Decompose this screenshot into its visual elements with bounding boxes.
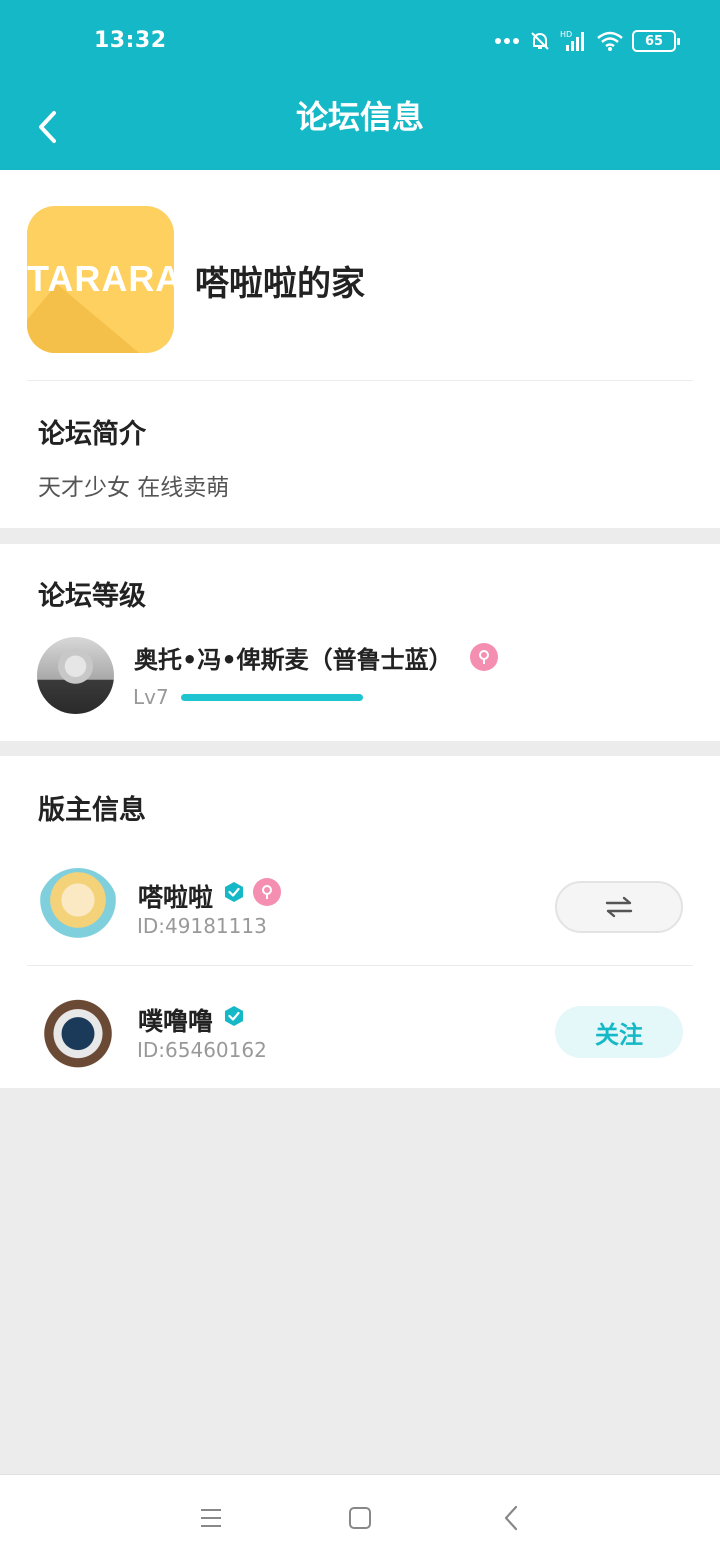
verified-icon [225, 882, 243, 902]
app-bar: 论坛信息 [0, 84, 720, 170]
level-progress-bar [181, 694, 363, 701]
swap-icon [605, 896, 633, 918]
verified-icon [225, 1006, 243, 1026]
divider [27, 380, 693, 381]
moderators-card: 版主信息 嗒啦啦 ID:49181113 噗噜噜 ID:65460162 关注 [0, 756, 720, 1088]
home-icon [349, 1507, 371, 1529]
avatar[interactable] [37, 637, 114, 714]
bell-muted-icon [528, 29, 552, 53]
battery-icon: 65 [632, 30, 680, 52]
list-item[interactable]: 噗噜噜 ID:65460162 关注 [0, 966, 720, 1092]
moderator-id: ID:65460162 [137, 1038, 267, 1062]
status-icons: HD 65 [494, 26, 680, 56]
home-button[interactable] [344, 1502, 376, 1534]
intro-text: 天才少女 在线卖萌 [38, 475, 230, 501]
svg-text:HD: HD [560, 30, 572, 39]
forum-name: 嗒啦啦的家 [195, 264, 365, 304]
forum-level-card: 论坛等级 奥托•冯•俾斯麦（普鲁士蓝） Lv7 [0, 544, 720, 741]
moderators-title: 版主信息 [38, 795, 146, 826]
follow-button[interactable]: 关注 [555, 1006, 683, 1058]
signal-icon: HD [560, 29, 588, 53]
gender-badge-icon [470, 643, 498, 671]
nav-back-button[interactable] [495, 1502, 527, 1534]
menu-icon [201, 1509, 221, 1527]
forum-logo: TARARA [27, 206, 174, 353]
intro-title: 论坛简介 [38, 419, 146, 450]
status-bar: 13:32 HD 65 [0, 0, 720, 84]
gender-badge-icon [253, 878, 281, 906]
wifi-icon [596, 30, 624, 52]
status-time: 13:32 [94, 28, 167, 53]
avatar[interactable] [38, 868, 118, 948]
level-title: 论坛等级 [38, 581, 146, 612]
moderator-name: 噗噜噜 [138, 1007, 214, 1036]
avatar[interactable] [38, 992, 118, 1072]
list-item[interactable]: 嗒啦啦 ID:49181113 [0, 840, 720, 966]
level-progress-fill [181, 694, 363, 701]
more-dots-icon [494, 37, 520, 45]
swap-button[interactable] [555, 881, 683, 933]
menu-button[interactable] [195, 1502, 227, 1534]
page-title: 论坛信息 [295, 98, 424, 136]
level-user-name: 奥托•冯•俾斯麦（普鲁士蓝） [134, 646, 453, 674]
battery-level: 65 [644, 33, 664, 49]
moderator-id: ID:49181113 [137, 914, 267, 938]
forum-logo-text: TARARA [27, 258, 174, 299]
system-nav-bar [0, 1474, 720, 1560]
forum-info-card: TARARA 嗒啦啦的家 论坛简介 天才少女 在线卖萌 [0, 170, 720, 528]
level-label: Lv7 [133, 685, 169, 709]
back-icon [504, 1505, 518, 1531]
moderator-name: 嗒啦啦 [138, 883, 214, 912]
